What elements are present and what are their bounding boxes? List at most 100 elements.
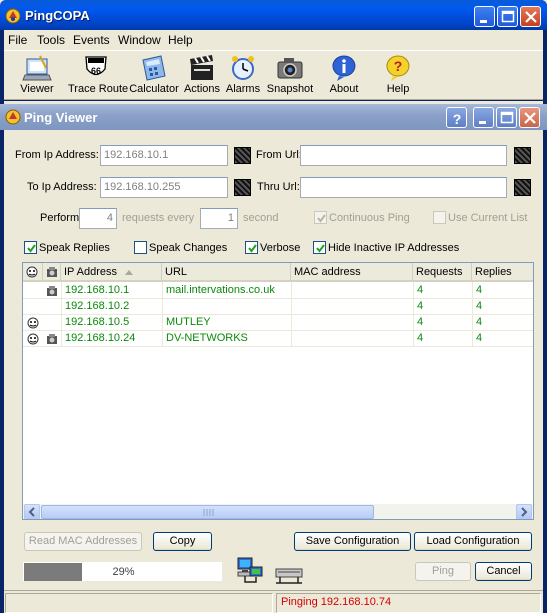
from-url-input[interactable]	[300, 145, 507, 166]
minimize-button[interactable]	[474, 6, 495, 27]
speak-changes-checkbox[interactable]	[134, 241, 147, 254]
interval-input[interactable]: 1	[200, 208, 238, 229]
menu-events[interactable]: Events	[73, 33, 110, 47]
toolbar-trace-route-label: Trace Route	[68, 83, 129, 95]
app-title: PingCOPA	[25, 8, 90, 23]
ping-viewer-minimize-button[interactable]	[473, 107, 494, 128]
cell-replies: 4	[476, 300, 483, 312]
from-url-picker-icon[interactable]	[514, 147, 531, 164]
scroll-right-button[interactable]	[516, 504, 532, 519]
checkmark-icon	[248, 244, 257, 253]
table-row[interactable]: 192.168.10.1 mail.intervations.co.uk 4 4	[23, 283, 533, 299]
table-row[interactable]: 192.168.10.24 DV-NETWORKS 4 4	[23, 331, 533, 347]
save-configuration-button[interactable]: Save Configuration	[294, 532, 411, 551]
to-ip-picker-icon[interactable]	[234, 179, 251, 196]
speak-changes-label: Speak Changes	[149, 242, 228, 254]
load-configuration-button[interactable]: Load Configuration	[414, 532, 532, 551]
column-requests[interactable]: Requests	[413, 263, 472, 281]
ping-face-icon	[27, 333, 39, 345]
copy-button[interactable]: Copy	[153, 532, 212, 551]
column-status1[interactable]	[23, 263, 43, 281]
toolbar-calculator-button[interactable]: Calculator	[128, 54, 180, 98]
ping-viewer-maximize-button[interactable]	[496, 107, 517, 128]
cancel-button[interactable]: Cancel	[475, 562, 532, 581]
from-ip-input[interactable]: 192.168.10.1	[100, 145, 228, 166]
close-icon	[525, 11, 537, 23]
column-mac-address[interactable]: MAC address	[291, 263, 413, 281]
checkmark-icon	[316, 244, 325, 253]
table-row[interactable]: 192.168.10.5 MUTLEY 4 4	[23, 315, 533, 331]
menu-window[interactable]: Window	[118, 33, 161, 47]
read-mac-addresses-button[interactable]: Read MAC Addresses	[24, 532, 142, 551]
speak-replies-checkbox[interactable]	[24, 241, 37, 254]
cell-replies: 4	[476, 284, 483, 296]
close-button[interactable]	[520, 6, 541, 27]
column-url[interactable]: URL	[162, 263, 291, 281]
requests-every-label: requests every	[122, 212, 195, 224]
cell-ip: 192.168.10.24	[65, 332, 136, 344]
ping-viewer-icon	[5, 109, 21, 125]
continuous-ping-label: Continuous Ping	[329, 212, 410, 224]
cell-mac	[292, 316, 295, 331]
perform-count-input[interactable]: 4	[79, 208, 117, 229]
from-url-label: From Url:	[256, 149, 302, 161]
toolbar-alarms-button[interactable]: Alarms	[224, 54, 262, 98]
speaker-icon	[47, 286, 57, 296]
menu-tools[interactable]: Tools	[37, 33, 65, 47]
viewer-icon	[22, 55, 52, 81]
ping-button[interactable]: Ping	[415, 562, 471, 581]
cell-ip: 192.168.10.1	[65, 284, 130, 296]
thru-url-input[interactable]	[300, 177, 507, 198]
toolbar-about-button[interactable]: About	[326, 54, 362, 98]
toolbar-actions-button[interactable]: Actions	[182, 54, 222, 98]
clapperboard-icon	[190, 55, 213, 80]
chevron-right-icon	[521, 507, 528, 517]
maximize-icon	[501, 10, 515, 23]
menu-file[interactable]: File	[8, 33, 27, 47]
toolbar-calculator-label: Calculator	[129, 83, 179, 95]
hide-inactive-checkbox[interactable]	[313, 241, 326, 254]
to-ip-input[interactable]: 192.168.10.255	[100, 177, 228, 198]
cell-url: MUTLEY	[166, 316, 211, 328]
toolbar-viewer-button[interactable]: Viewer	[16, 54, 58, 98]
app-title-bar[interactable]: PingCOPA	[0, 0, 547, 30]
progress-text: 29%	[112, 566, 135, 578]
use-current-list-checkbox[interactable]	[433, 211, 446, 224]
ping-viewer-title-bar[interactable]: Ping Viewer ?	[0, 104, 547, 130]
cell-url: mail.intervations.co.uk	[166, 284, 275, 296]
ping-viewer-help-button[interactable]: ?	[446, 107, 467, 128]
ping-face-icon	[27, 317, 39, 329]
toolbar-viewer-label: Viewer	[20, 83, 54, 95]
ping-face-icon	[26, 266, 38, 278]
scroll-left-button[interactable]	[24, 504, 40, 519]
from-ip-picker-icon[interactable]	[234, 147, 251, 164]
route66-icon: 66	[85, 56, 107, 76]
status-text: Pinging 192.168.10.74	[281, 596, 392, 608]
toolbar-snapshot-label: Snapshot	[266, 83, 314, 95]
camera-icon	[277, 58, 303, 79]
table-row[interactable]: 192.168.10.2 4 4	[23, 299, 533, 315]
verbose-checkbox[interactable]	[245, 241, 258, 254]
column-replies[interactable]: Replies	[472, 263, 533, 281]
question-icon: ?	[453, 111, 462, 127]
network-computers-icon	[237, 557, 263, 583]
ping-viewer-close-button[interactable]	[519, 107, 540, 128]
toolbar-snapshot-button[interactable]: Snapshot	[266, 54, 314, 98]
maximize-button[interactable]	[497, 6, 518, 27]
continuous-ping-checkbox[interactable]	[314, 211, 327, 224]
use-current-list-label: Use Current List	[448, 212, 528, 224]
menu-help[interactable]: Help	[168, 33, 193, 47]
toolbar-trace-route-button[interactable]: 66 Trace Route	[68, 54, 129, 98]
grip-icon	[203, 509, 214, 516]
results-list[interactable]: IP Address URL MAC address Requests Repl…	[22, 262, 534, 520]
column-ip-address[interactable]: IP Address	[61, 263, 162, 281]
column-status2[interactable]	[43, 263, 61, 281]
scroll-thumb[interactable]	[41, 505, 374, 519]
thru-url-picker-icon[interactable]	[514, 179, 531, 196]
chevron-left-icon	[28, 507, 35, 517]
cell-mac	[292, 300, 295, 315]
horizontal-scrollbar[interactable]	[23, 504, 533, 519]
cell-ip: 192.168.10.2	[65, 300, 130, 312]
cell-mac	[292, 332, 295, 347]
toolbar-help-button[interactable]: ? Help	[382, 54, 414, 98]
